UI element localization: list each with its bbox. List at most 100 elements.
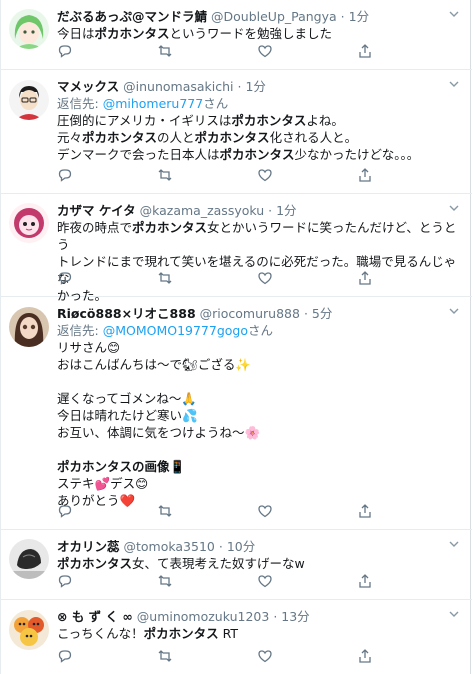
- tweet-text: ポカホンタス女、て表現考えた奴すげーなw: [57, 555, 464, 572]
- avatar[interactable]: [9, 80, 49, 120]
- text-segment: お互い、体調に気をつけようね～🌸: [57, 425, 261, 440]
- text-segment: 昨夜の時点で: [57, 220, 133, 235]
- avatar[interactable]: [9, 539, 49, 579]
- text-segment: ステキ💕デス😊: [57, 476, 149, 491]
- tweet-line: 昨夜の時点でポカホンタス女とかいうワードに笑ったんだけど、とうとう: [57, 219, 464, 253]
- tweet[interactable]: だぶるあっぷ@マンドラ鯖 @DoubleUp_Pangya · 1分 今日はポカ…: [1, 0, 472, 70]
- text-segment: 少なかったけどな。。。: [294, 147, 420, 162]
- reply-context: 返信先: @mihomeru777さん: [57, 96, 229, 111]
- reply-to-link[interactable]: @mihomeru777: [103, 96, 204, 111]
- share-icon[interactable]: [357, 503, 373, 519]
- tweet[interactable]: ⊗ も ず く ∞ @uminomozuku1203 · 13分 こっちくんな！…: [1, 600, 472, 674]
- text-segment: デンマークで会った日本人は: [57, 147, 220, 162]
- text-segment: 遅くなってゴメンね～🙏: [57, 391, 197, 406]
- retweet-icon[interactable]: [157, 43, 173, 59]
- chevron-down-icon[interactable]: [448, 305, 460, 317]
- tweet-line: ポカホンタス女、て表現考えた奴すげーなw: [57, 555, 464, 572]
- display-name[interactable]: カザマ ケイタ: [57, 203, 136, 218]
- chevron-down-icon[interactable]: [448, 8, 460, 20]
- share-icon[interactable]: [357, 573, 373, 589]
- display-name[interactable]: Riøcö888×リオこ888: [57, 306, 196, 321]
- highlighted-keyword: ポカホンタス: [94, 26, 170, 41]
- retweet-icon[interactable]: [157, 503, 173, 519]
- text-segment: [57, 374, 61, 389]
- display-name[interactable]: マメックス: [57, 79, 119, 94]
- user-handle[interactable]: @inunomasakichi: [123, 79, 233, 94]
- reply-to-link[interactable]: @MOMOMO19777gogo: [103, 323, 248, 338]
- text-segment: というワードを勉強しました: [169, 26, 333, 41]
- reply-icon[interactable]: [57, 167, 73, 183]
- share-icon[interactable]: [357, 270, 373, 286]
- share-icon[interactable]: [357, 167, 373, 183]
- reply-icon[interactable]: [57, 573, 73, 589]
- text-segment: リサさん😊: [57, 340, 121, 355]
- chevron-down-icon[interactable]: [448, 538, 460, 550]
- tweet[interactable]: Riøcö888×リオこ888 @riocomuru888 · 5分 返信先: …: [1, 297, 472, 530]
- retweet-icon[interactable]: [157, 573, 173, 589]
- timestamp[interactable]: 1分: [276, 203, 296, 218]
- avatar[interactable]: [9, 9, 49, 49]
- tweet-text: こっちくんな！ポカホンタス RT: [57, 625, 464, 642]
- share-icon[interactable]: [357, 648, 373, 664]
- highlighted-keyword: ポカホンタス: [132, 220, 208, 235]
- timestamp[interactable]: 1分: [245, 79, 265, 94]
- text-segment: 今日は晴れたけど寒い💦: [57, 408, 198, 423]
- tweet-header: ⊗ も ず く ∞ @uminomozuku1203 · 13分: [57, 609, 310, 624]
- display-name[interactable]: だぶるあっぷ@マンドラ鯖: [57, 9, 207, 24]
- reply-icon[interactable]: [57, 648, 73, 664]
- chevron-down-icon[interactable]: [448, 78, 460, 90]
- tweet-line: 遅くなってゴメンね～🙏: [57, 390, 464, 407]
- like-icon[interactable]: [257, 43, 273, 59]
- timestamp[interactable]: 13分: [281, 609, 309, 624]
- timestamp[interactable]: 10分: [227, 539, 255, 554]
- timestamp[interactable]: 1分: [349, 9, 369, 24]
- reply-icon[interactable]: [57, 503, 73, 519]
- tweet-line: [57, 441, 464, 458]
- user-handle[interactable]: @DoubleUp_Pangya: [211, 9, 337, 24]
- tweet-line: [57, 373, 464, 390]
- highlighted-keyword: ポカホンタス: [219, 147, 295, 162]
- retweet-icon[interactable]: [157, 270, 173, 286]
- tweet[interactable]: カザマ ケイタ @kazama_zassyoku · 1分 昨夜の時点でポカホン…: [1, 194, 472, 303]
- avatar[interactable]: [9, 610, 49, 650]
- user-handle[interactable]: @tomoka3510: [124, 539, 215, 554]
- chevron-down-icon[interactable]: [448, 608, 460, 620]
- like-icon[interactable]: [257, 167, 273, 183]
- display-name[interactable]: ⊗ も ず く ∞: [57, 609, 133, 624]
- user-handle[interactable]: @riocomuru888: [200, 306, 300, 321]
- avatar[interactable]: [9, 307, 49, 347]
- tweet[interactable]: マメックス @inunomasakichi · 1分 返信先: @mihomer…: [1, 70, 472, 194]
- chevron-down-icon[interactable]: [448, 202, 460, 214]
- tweet-line: ステキ💕デス😊: [57, 475, 464, 492]
- reply-icon[interactable]: [57, 270, 73, 286]
- tweet[interactable]: オカリン蕊 @tomoka3510 · 10分 ポカホンタス女、て表現考えた奴す…: [1, 530, 472, 600]
- share-icon[interactable]: [357, 43, 373, 59]
- tweet-header: オカリン蕊 @tomoka3510 · 10分: [57, 539, 256, 554]
- display-name[interactable]: オカリン蕊: [57, 539, 120, 554]
- user-handle[interactable]: @uminomozuku1203: [137, 609, 270, 624]
- like-icon[interactable]: [257, 503, 273, 519]
- tweet-header: カザマ ケイタ @kazama_zassyoku · 1分: [57, 203, 297, 218]
- text-segment: 女、て表現考えた奴すげーなw: [132, 556, 305, 571]
- timestamp[interactable]: 5分: [312, 306, 332, 321]
- tweet-header: マメックス @inunomasakichi · 1分: [57, 79, 266, 94]
- like-icon[interactable]: [257, 573, 273, 589]
- tweet-line: リサさん😊: [57, 339, 464, 356]
- like-icon[interactable]: [257, 648, 273, 664]
- timeline: だぶるあっぷ@マンドラ鯖 @DoubleUp_Pangya · 1分 今日はポカ…: [0, 0, 472, 674]
- text-segment: 元々: [57, 130, 83, 145]
- retweet-icon[interactable]: [157, 167, 173, 183]
- highlighted-keyword: ポカホンタスの画像: [57, 459, 170, 474]
- text-segment: 今日は: [57, 26, 95, 41]
- reply-icon[interactable]: [57, 43, 73, 59]
- tweet-header: Riøcö888×リオこ888 @riocomuru888 · 5分: [57, 306, 333, 321]
- tweet-line: お互い、体調に気をつけようね～🌸: [57, 424, 464, 441]
- text-segment: おはこんばんちは～で🐿ござる✨: [57, 357, 251, 372]
- like-icon[interactable]: [257, 270, 273, 286]
- avatar[interactable]: [9, 203, 49, 243]
- text-segment: 化される人と。: [269, 130, 358, 145]
- retweet-icon[interactable]: [157, 648, 173, 664]
- text-segment: RT: [218, 626, 239, 641]
- user-handle[interactable]: @kazama_zassyoku: [140, 203, 265, 218]
- tweet-line: おはこんばんちは～で🐿ござる✨: [57, 356, 464, 373]
